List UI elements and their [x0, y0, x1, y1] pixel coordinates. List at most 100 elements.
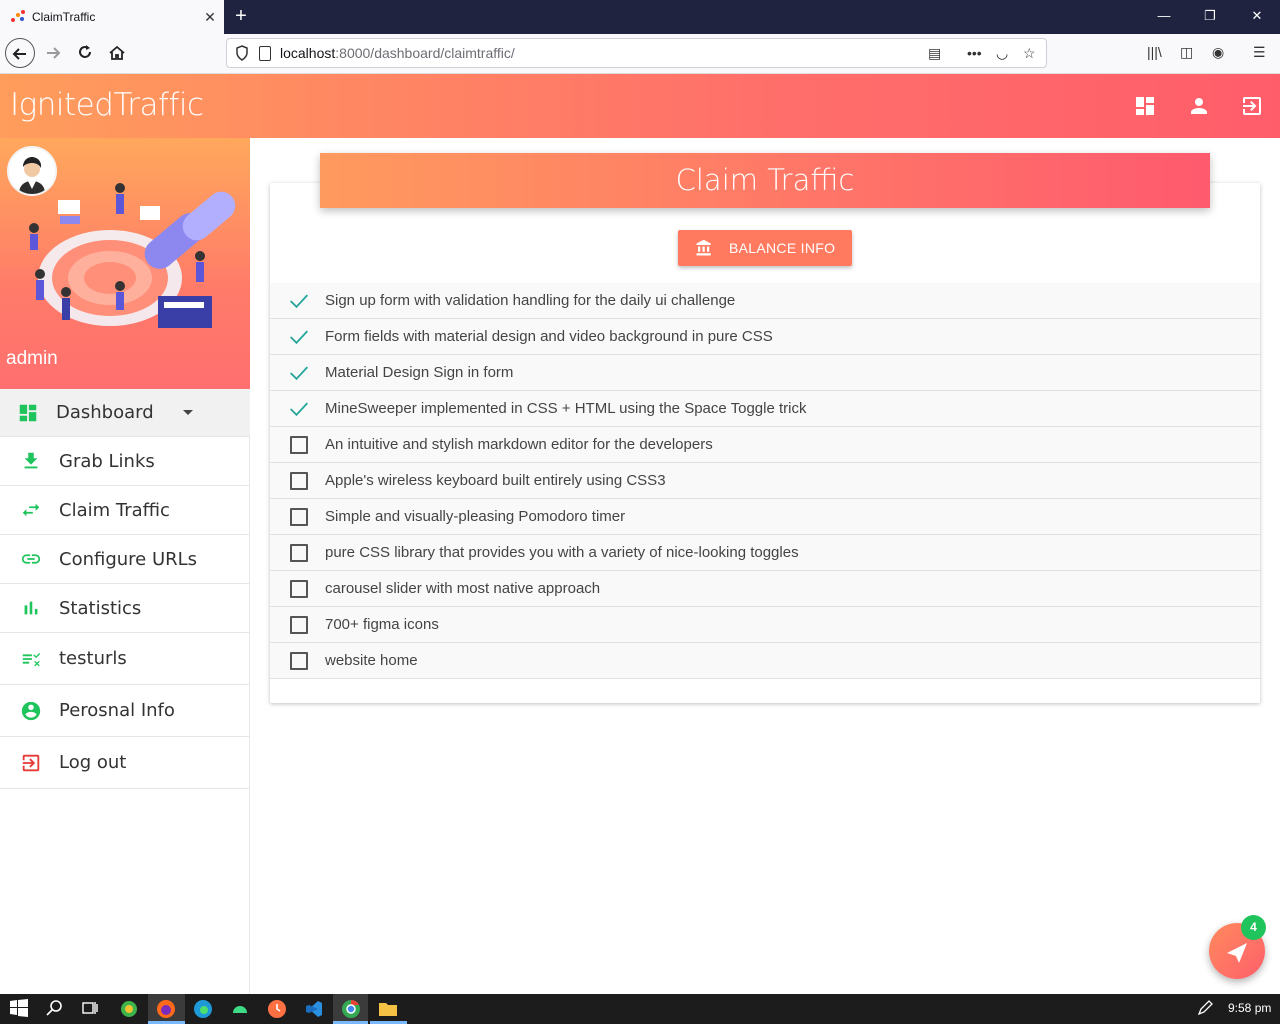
checkbox[interactable] [289, 651, 309, 671]
library-icon[interactable]: |||\ [1147, 44, 1162, 60]
bookmark-star-icon[interactable]: ☆ [1023, 45, 1036, 62]
firefox-icon[interactable] [156, 999, 176, 1019]
edge-icon[interactable] [193, 999, 213, 1019]
vscode-icon[interactable] [304, 999, 324, 1019]
task-label: An intuitive and stylish markdown editor… [325, 436, 713, 453]
minimize-button[interactable]: — [1141, 0, 1187, 34]
windows-start-icon[interactable] [10, 999, 30, 1019]
account-icon[interactable]: ◉ [1212, 44, 1224, 61]
sidebar-item-dashboard[interactable]: Dashboard [0, 389, 250, 437]
dashboard-icon[interactable] [1133, 94, 1157, 118]
link-icon [20, 548, 42, 570]
task-row[interactable]: pure CSS library that provides you with … [270, 535, 1260, 571]
logout-icon [20, 752, 42, 774]
checkbox[interactable] [289, 471, 309, 491]
app-icon[interactable] [119, 999, 139, 1019]
sidebar-item-configure-urls[interactable]: Configure URLs [0, 535, 250, 584]
browser-nav-bar: localhost:8000/dashboard/claimtraffic/ ▤… [0, 34, 1280, 74]
sidebar-item-label: testurls [59, 648, 127, 669]
task-label: website home [325, 652, 418, 669]
sidebar-item-label: Grab Links [59, 450, 155, 472]
browser-tab[interactable]: ClaimTraffic ✕ [0, 0, 224, 34]
avatar[interactable] [7, 146, 57, 196]
tab-close-icon[interactable]: ✕ [196, 9, 224, 26]
task-label: Material Design Sign in form [325, 364, 514, 381]
pocket-icon[interactable]: ◡ [996, 45, 1008, 62]
forward-button[interactable] [38, 38, 68, 68]
checkbox[interactable] [289, 507, 309, 527]
list-check-icon [20, 648, 42, 670]
sidebar-item-label: Perosnal Info [59, 700, 175, 721]
address-bar[interactable]: localhost:8000/dashboard/claimtraffic/ ▤… [226, 38, 1047, 68]
bar-chart-icon [20, 597, 42, 619]
file-explorer-icon[interactable] [378, 999, 398, 1019]
brand-title[interactable]: IgnitedTraffic [10, 87, 204, 123]
logout-icon[interactable] [1240, 94, 1264, 118]
task-label: 700+ figma icons [325, 616, 439, 633]
chrome-icon[interactable] [341, 999, 361, 1019]
more-actions-icon[interactable]: ••• [967, 45, 982, 61]
pen-icon[interactable] [1196, 999, 1216, 1019]
new-tab-button[interactable]: + [230, 5, 252, 27]
checkmark-icon[interactable] [289, 363, 309, 383]
notification-badge: 4 [1241, 915, 1266, 940]
home-button[interactable] [102, 38, 132, 68]
back-button[interactable] [5, 38, 35, 68]
task-view-icon[interactable] [81, 999, 101, 1019]
restore-button[interactable]: ❐ [1187, 0, 1233, 34]
android-studio-icon[interactable] [230, 999, 250, 1019]
task-label: Simple and visually-pleasing Pomodoro ti… [325, 508, 626, 525]
task-label: carousel slider with most native approac… [325, 580, 601, 597]
profile-banner: admin [0, 138, 250, 389]
shield-icon[interactable] [235, 45, 249, 61]
reload-button[interactable] [70, 38, 100, 68]
sidebar-item-claim-traffic[interactable]: Claim Traffic [0, 486, 250, 535]
sidebar-toggle-icon[interactable]: ◫ [1180, 44, 1193, 61]
checkbox[interactable] [289, 615, 309, 635]
task-row[interactable]: Material Design Sign in form [270, 355, 1260, 391]
browser-tab-bar: ClaimTraffic ✕ + — ❐ ✕ [0, 0, 1280, 34]
sidebar: admin Dashboard Grab Links Claim Traffic… [0, 138, 250, 994]
task-row[interactable]: Sign up form with validation handling fo… [270, 283, 1260, 319]
person-icon[interactable] [1187, 94, 1211, 118]
task-row[interactable]: Apple's wireless keyboard built entirely… [270, 463, 1260, 499]
sidebar-item-label: Dashboard [56, 402, 154, 423]
favicon-icon [10, 10, 26, 24]
checkbox[interactable] [289, 543, 309, 563]
sidebar-item-personal-info[interactable]: Perosnal Info [0, 685, 250, 737]
checkmark-icon[interactable] [289, 399, 309, 419]
sidebar-item-label: Statistics [59, 597, 142, 619]
sidebar-item-grab-links[interactable]: Grab Links [0, 437, 250, 486]
checkbox[interactable] [289, 435, 309, 455]
clock-app-icon[interactable] [267, 999, 287, 1019]
task-row[interactable]: carousel slider with most native approac… [270, 571, 1260, 607]
task-label: MineSweeper implemented in CSS + HTML us… [325, 400, 807, 417]
page-icon [259, 45, 271, 61]
tab-title: ClaimTraffic [32, 10, 96, 24]
menu-icon[interactable]: ☰ [1253, 44, 1266, 61]
checkmark-icon[interactable] [289, 291, 309, 311]
checkbox[interactable] [289, 579, 309, 599]
task-row[interactable]: Form fields with material design and vid… [270, 319, 1260, 355]
task-row[interactable]: MineSweeper implemented in CSS + HTML us… [270, 391, 1260, 427]
sidebar-item-testurls[interactable]: testurls [0, 633, 250, 685]
url-path: :8000/dashboard/claimtraffic/ [335, 45, 515, 61]
task-row[interactable]: 700+ figma icons [270, 607, 1260, 643]
sidebar-item-logout[interactable]: Log out [0, 737, 250, 789]
task-row[interactable]: website home [270, 643, 1260, 679]
caret-down-icon[interactable] [182, 404, 194, 422]
balance-info-button[interactable]: BALANCE INFO [678, 230, 852, 266]
task-row[interactable]: An intuitive and stylish markdown editor… [270, 427, 1260, 463]
search-icon[interactable] [46, 999, 66, 1019]
dashboard-icon [17, 402, 39, 424]
download-icon [20, 450, 42, 472]
task-label: Sign up form with validation handling fo… [325, 292, 736, 309]
sidebar-item-label: Log out [59, 752, 127, 773]
sidebar-item-statistics[interactable]: Statistics [0, 584, 250, 633]
task-row[interactable]: Simple and visually-pleasing Pomodoro ti… [270, 499, 1260, 535]
sidebar-item-label: Claim Traffic [59, 499, 170, 521]
reader-view-icon[interactable]: ▤ [928, 45, 941, 62]
checkmark-icon[interactable] [289, 327, 309, 347]
task-label: Apple's wireless keyboard built entirely… [325, 472, 666, 489]
close-window-button[interactable]: ✕ [1234, 0, 1280, 34]
